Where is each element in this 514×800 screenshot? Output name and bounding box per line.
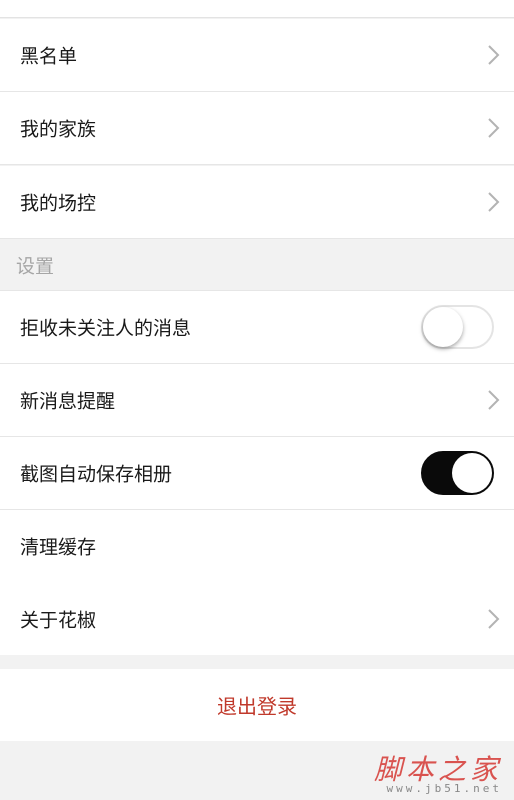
- row-label: 拒收未关注人的消息: [20, 317, 192, 340]
- logout-button[interactable]: 退出登录: [0, 669, 514, 741]
- section-title: 设置: [16, 255, 55, 277]
- row-label: 我的场控: [20, 192, 97, 215]
- row-label: 截图自动保存相册: [20, 463, 173, 486]
- row-reject-unfollowed-messages: 拒收未关注人的消息: [0, 291, 514, 364]
- row-clear-cache[interactable]: 清理缓存: [0, 510, 514, 583]
- row-label: 我的家族: [20, 118, 97, 141]
- settings-screen: 黑名单 我的家族 我的场控 设置 拒收未关注人的消息 新消息提醒 截图自动保存相…: [0, 0, 514, 800]
- top-row-partial: [0, 0, 514, 18]
- watermark-url: www.jb51.net: [386, 782, 502, 795]
- chevron-right-icon: [488, 608, 500, 629]
- toggle-knob: [423, 307, 463, 347]
- section-header-settings: 设置: [0, 239, 514, 291]
- row-my-moderators[interactable]: 我的场控: [0, 166, 514, 239]
- auto-save-screenshot-toggle[interactable]: [421, 451, 494, 495]
- chevron-right-icon: [488, 192, 500, 212]
- chevron-right-icon: [488, 390, 500, 410]
- row-my-family[interactable]: 我的家族: [0, 92, 514, 165]
- row-auto-save-screenshot: 截图自动保存相册: [0, 437, 514, 510]
- row-label: 关于花椒: [20, 609, 97, 631]
- row-label: 新消息提醒: [20, 390, 116, 413]
- row-about[interactable]: 关于花椒: [0, 582, 514, 655]
- toggle-knob: [452, 453, 492, 493]
- chevron-right-icon: [488, 118, 500, 138]
- chevron-right-icon: [488, 45, 500, 65]
- watermark: 脚本之家 www.jb51.net: [352, 748, 502, 796]
- row-blacklist[interactable]: 黑名单: [0, 19, 514, 92]
- row-label: 清理缓存: [20, 536, 97, 559]
- row-label: 黑名单: [20, 45, 78, 68]
- row-new-message-alert[interactable]: 新消息提醒: [0, 364, 514, 437]
- logout-label: 退出登录: [217, 694, 297, 719]
- reject-unfollowed-toggle[interactable]: [421, 305, 494, 349]
